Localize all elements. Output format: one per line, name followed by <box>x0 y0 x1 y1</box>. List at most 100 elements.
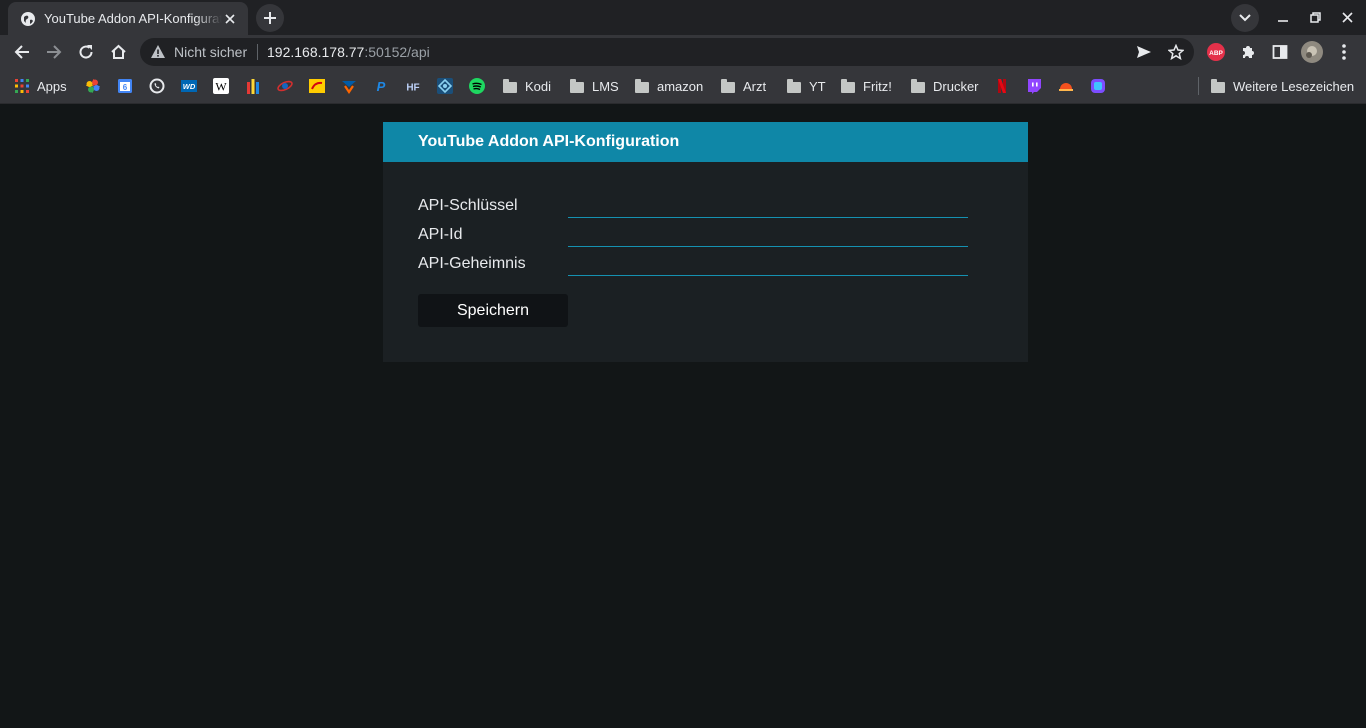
bookmark-app[interactable] <box>1090 76 1106 96</box>
svg-text:6: 6 <box>123 83 128 92</box>
folder-icon <box>840 78 856 94</box>
bookmark-label: Arzt <box>743 78 767 94</box>
bookmarks-bar: Apps 6 WD W P HF Kodi LMS amazon Arzt YT… <box>0 69 1366 104</box>
folder-icon <box>569 78 585 94</box>
address-bar[interactable]: Nicht sicher 192.168.178.77:50152/api <box>140 38 1194 66</box>
pinwheel-icon <box>85 78 101 94</box>
tab-search-button[interactable] <box>1231 4 1259 32</box>
close-tab-icon[interactable] <box>222 11 238 27</box>
svg-text:HF: HF <box>406 83 419 94</box>
api-key-input[interactable] <box>568 195 968 218</box>
bookmark-label: Apps <box>37 78 67 94</box>
bookmark-folder-drucker[interactable]: Drucker <box>910 76 979 96</box>
omnibox-separator <box>257 44 258 60</box>
card-header: YouTube Addon API-Konfiguration <box>383 122 1028 162</box>
security-label[interactable]: Nicht sicher <box>174 44 247 60</box>
api-key-label: API-Schlüssel <box>418 197 518 214</box>
bookmark-post[interactable] <box>309 76 325 96</box>
bookmark-helmet[interactable] <box>1058 76 1074 96</box>
svg-text:P: P <box>377 79 386 94</box>
bookmark-orbit[interactable] <box>277 76 293 96</box>
whatsapp-icon <box>149 78 165 94</box>
tab-title: YouTube Addon API-Konfiguration <box>44 11 222 26</box>
bookmark-wikipedia[interactable]: W <box>213 76 229 96</box>
form-row-api-id: API-Id <box>418 224 968 248</box>
folder-icon <box>502 78 518 94</box>
folder-icon <box>634 78 650 94</box>
minimize-button[interactable] <box>1267 0 1299 34</box>
forward-button[interactable] <box>40 38 68 66</box>
bookmark-folder-yt[interactable]: YT <box>786 76 826 96</box>
bookmark-google-calendar[interactable]: 6 <box>117 76 133 96</box>
bookmark-folder-arzt[interactable]: Arzt <box>720 76 766 96</box>
form-row-api-secret: API-Geheimnis <box>418 253 968 277</box>
side-panel-icon[interactable] <box>1269 41 1291 63</box>
restore-button[interactable] <box>1299 0 1331 34</box>
bookmark-kodi[interactable] <box>437 76 453 96</box>
bookmark-folder-kodi[interactable]: Kodi <box>502 76 551 96</box>
bookmark-whatsapp[interactable] <box>149 76 165 96</box>
svg-text:ABP: ABP <box>1209 50 1223 57</box>
browser-tab[interactable]: YouTube Addon API-Konfiguration <box>8 2 248 35</box>
bookmark-colorful[interactable] <box>245 76 261 96</box>
api-id-label: API-Id <box>418 226 463 243</box>
back-button[interactable] <box>8 38 36 66</box>
url-path: :50152/api <box>364 44 430 60</box>
extensions-puzzle-icon[interactable] <box>1237 41 1259 63</box>
svg-text:W: W <box>215 80 227 94</box>
bookmark-folder-weitere[interactable]: Weitere Lesezeichen <box>1210 76 1354 96</box>
svg-text:WD: WD <box>183 82 196 91</box>
api-id-input[interactable] <box>568 224 968 247</box>
folder-icon <box>786 78 802 94</box>
bookmark-volksbank[interactable] <box>341 76 357 96</box>
bookmark-netflix[interactable] <box>994 76 1010 96</box>
bookmark-wd[interactable]: WD <box>181 76 197 96</box>
bookmark-spotify[interactable] <box>469 76 485 96</box>
calendar-icon: 6 <box>117 78 133 94</box>
bookmark-paypal[interactable]: P <box>373 76 389 96</box>
tab-strip: YouTube Addon API-Konfiguration <box>0 0 1366 35</box>
adblock-plus-icon[interactable]: ABP <box>1205 41 1227 63</box>
bookmark-star-icon[interactable] <box>1166 42 1186 62</box>
bookmark-folder-amazon[interactable]: amazon <box>634 76 703 96</box>
bookmarks-divider <box>1198 77 1199 95</box>
url-host: 192.168.178.77 <box>267 44 365 60</box>
profile-avatar-icon[interactable] <box>1300 40 1324 64</box>
save-button[interactable]: Speichern <box>418 294 568 327</box>
reload-button[interactable] <box>72 38 100 66</box>
home-button[interactable] <box>104 38 132 66</box>
kodi-logo-icon <box>437 78 453 94</box>
apps-grid-icon <box>14 78 30 94</box>
send-icon[interactable] <box>1134 42 1154 62</box>
page-title: YouTube Addon API-Konfiguration <box>418 133 680 150</box>
hf-icon: HF <box>405 78 421 94</box>
netflix-icon <box>994 78 1010 94</box>
spotify-icon <box>469 78 485 94</box>
orbit-logo-icon <box>277 78 293 94</box>
browser-toolbar: Nicht sicher 192.168.178.77:50152/api AB… <box>0 35 1366 69</box>
form-row-api-key: API-Schlüssel <box>418 195 968 219</box>
post-horn-icon <box>309 78 325 94</box>
colorful-bars-icon <box>245 78 261 94</box>
bookmark-twitch[interactable] <box>1026 76 1042 96</box>
bookmark-folder-fritz[interactable]: Fritz! <box>840 76 892 96</box>
bookmark-label: LMS <box>592 78 619 94</box>
bookmark-apps[interactable]: Apps <box>14 76 67 96</box>
api-secret-input[interactable] <box>568 253 968 276</box>
paypal-icon: P <box>373 78 389 94</box>
helmet-icon <box>1058 78 1074 94</box>
bookmark-label: Weitere Lesezeichen <box>1233 78 1355 94</box>
browser-menu-icon[interactable] <box>1333 41 1355 63</box>
close-window-button[interactable] <box>1331 0 1363 34</box>
folder-icon <box>720 78 736 94</box>
url-text[interactable]: 192.168.178.77:50152/api <box>267 44 430 60</box>
bookmark-photos[interactable] <box>85 76 101 96</box>
api-secret-label: API-Geheimnis <box>418 255 526 272</box>
bookmark-label: Kodi <box>525 78 552 94</box>
bookmark-folder-lms[interactable]: LMS <box>569 76 619 96</box>
warning-icon[interactable] <box>150 44 166 60</box>
bookmark-label: Drucker <box>933 78 979 94</box>
bookmark-hf[interactable]: HF <box>405 76 421 96</box>
twitch-icon <box>1026 78 1042 94</box>
new-tab-button[interactable] <box>256 4 284 32</box>
